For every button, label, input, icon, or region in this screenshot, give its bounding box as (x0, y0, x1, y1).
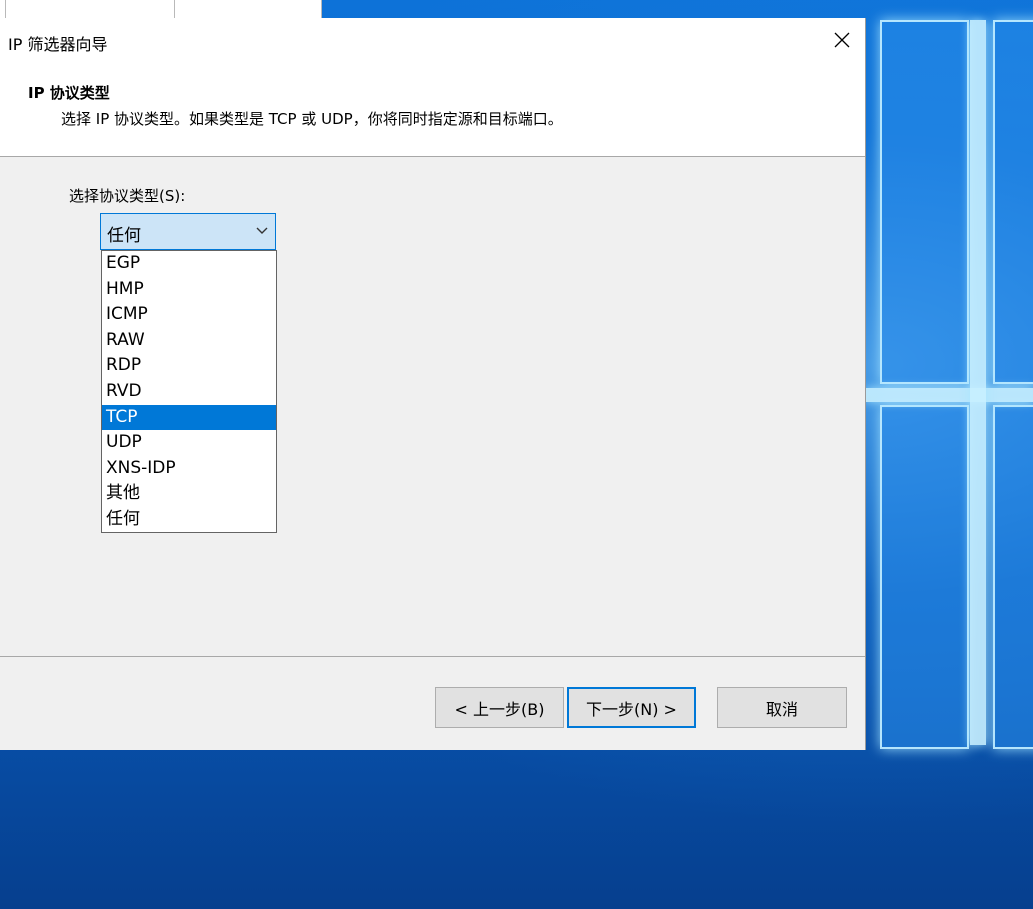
wallpaper-window-pane (880, 20, 969, 384)
footer-divider (0, 656, 865, 657)
wallpaper-light-beam (970, 20, 986, 745)
background-window-tabs (0, 0, 322, 19)
page-title: IP 协议类型 (28, 84, 110, 102)
protocol-select-label: 选择协议类型(S): (69, 187, 186, 205)
protocol-option[interactable]: EGP (102, 251, 276, 277)
protocol-option[interactable]: RAW (102, 328, 276, 354)
close-button[interactable] (819, 18, 865, 62)
close-icon (834, 32, 850, 48)
wallpaper-light-beam (866, 388, 1033, 402)
protocol-option[interactable]: RDP (102, 353, 276, 379)
ip-filter-wizard-dialog: IP 筛选器向导 IP 协议类型 选择 IP 协议类型。如果类型是 TCP 或 … (0, 18, 866, 750)
title-bar[interactable]: IP 筛选器向导 (0, 18, 865, 62)
wallpaper-window-pane (993, 405, 1033, 749)
chevron-down-icon (256, 227, 268, 234)
protocol-option[interactable]: RVD (102, 379, 276, 405)
protocol-option[interactable]: 其他 (102, 481, 276, 507)
protocol-option[interactable]: TCP (102, 404, 276, 431)
protocol-options-list[interactable]: EGP HMP ICMP RAW RDP RVD TCP UDP XNS-IDP 其他 任何 (101, 250, 277, 533)
protocol-option[interactable]: UDP (102, 430, 276, 456)
back-button[interactable]: < 上一步(B) (435, 687, 564, 728)
protocol-selected-value: 任何 (107, 226, 141, 246)
wallpaper-window-pane (993, 20, 1033, 384)
protocol-option[interactable]: HMP (102, 277, 276, 303)
protocol-option[interactable]: XNS-IDP (102, 456, 276, 482)
window-title: IP 筛选器向导 (8, 35, 108, 54)
next-button[interactable]: 下一步(N) > (567, 687, 696, 728)
protocol-option[interactable]: ICMP (102, 302, 276, 328)
wizard-header: IP 协议类型 选择 IP 协议类型。如果类型是 TCP 或 UDP，你将同时指… (0, 62, 865, 157)
cancel-button[interactable]: 取消 (717, 687, 847, 728)
page-description: 选择 IP 协议类型。如果类型是 TCP 或 UDP，你将同时指定源和目标端口。 (61, 110, 563, 128)
wallpaper-window-pane (880, 405, 969, 749)
protocol-option[interactable]: 任何 (102, 507, 276, 532)
protocol-type-dropdown[interactable]: 任何 (100, 213, 276, 250)
